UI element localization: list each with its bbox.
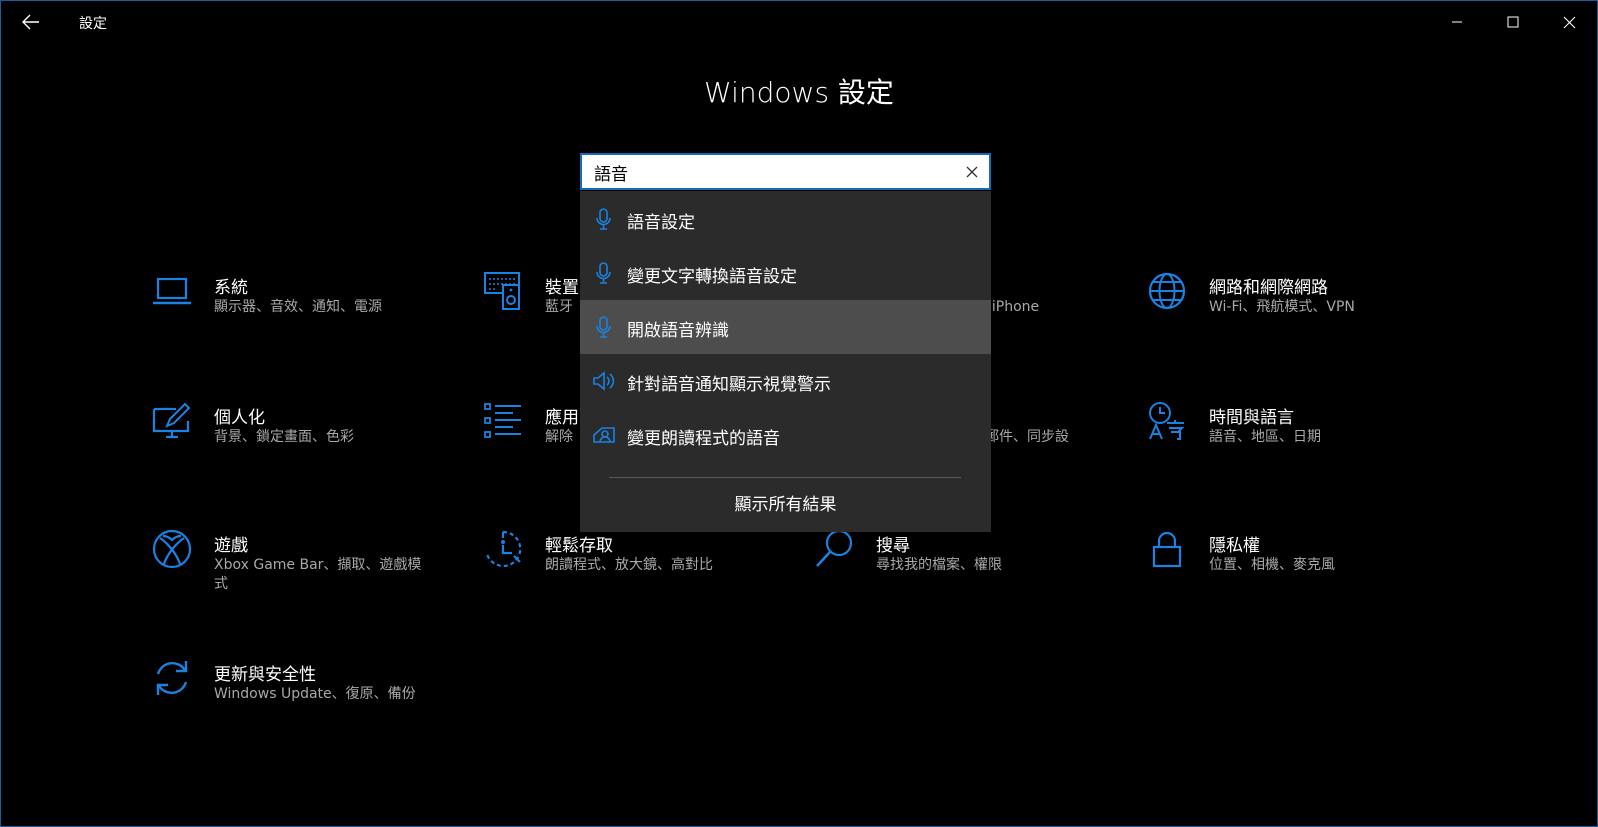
category-search[interactable]: 搜尋 尋找我的檔案、權限	[814, 529, 1114, 609]
narrator-icon	[593, 427, 615, 443]
category-desc: Windows Update、復原、備份	[214, 686, 416, 702]
sync-icon	[152, 658, 192, 698]
speaker-icon	[593, 371, 615, 391]
category-name: 更新與安全性	[214, 665, 316, 685]
category-name: 時間與語言	[1209, 408, 1294, 428]
title-bar: 設定	[1, 1, 1597, 43]
category-name: 遊戲	[214, 536, 248, 556]
suggestion-label: 變更朗讀程式的語音	[627, 429, 780, 449]
category-desc: 朗讀程式、放大鏡、高對比	[545, 557, 713, 573]
laptop-icon	[152, 271, 192, 311]
microphone-icon	[596, 316, 611, 338]
suggestion-label: 開啟語音辨識	[627, 321, 729, 341]
microphone-icon	[596, 208, 611, 230]
suggestion-item[interactable]: 針對語音通知顯示視覺警示	[580, 354, 991, 408]
category-desc: Wi-Fi、飛航模式、VPN	[1209, 299, 1355, 315]
search-suggestions: 語音設定 變更文字轉換語音設定 開啟語音辨識 針對語音通知顯示視覺警示 變更朗讀…	[580, 191, 991, 532]
divider	[609, 477, 961, 478]
search-input[interactable]	[594, 160, 944, 184]
category-desc: 顯示器、音效、通知、電源	[214, 299, 382, 315]
category-desc: 位置、相機、麥克風	[1209, 557, 1335, 573]
minimize-button[interactable]	[1429, 1, 1485, 43]
suggestion-label: 針對語音通知顯示視覺警示	[627, 375, 831, 395]
suggestion-label: 變更文字轉換語音設定	[627, 267, 797, 287]
close-button[interactable]	[1541, 1, 1597, 43]
category-name: 隱私權	[1209, 536, 1260, 556]
clear-search-button[interactable]	[961, 161, 983, 183]
category-privacy[interactable]: 隱私權 位置、相機、麥克風	[1147, 529, 1447, 609]
ease-of-access-icon	[483, 529, 523, 569]
app-title: 設定	[79, 16, 107, 32]
maximize-icon	[1507, 16, 1519, 28]
microphone-icon	[596, 262, 611, 284]
category-network[interactable]: 網路和網際網路 Wi-Fi、飛航模式、VPN	[1147, 271, 1447, 351]
category-name: 搜尋	[876, 536, 910, 556]
suggestion-label: 語音設定	[627, 213, 695, 233]
category-name: 系統	[214, 278, 248, 298]
close-icon	[1563, 16, 1575, 28]
suggestion-item[interactable]: 變更文字轉換語音設定	[580, 246, 991, 300]
category-time-language[interactable]: 時間與語言 語音、地區、日期	[1147, 401, 1447, 481]
category-personalization[interactable]: 個人化 背景、鎖定畫面、色彩	[152, 401, 452, 481]
suggestion-item[interactable]: 變更朗讀程式的語音	[580, 408, 991, 462]
time-language-icon	[1147, 401, 1187, 441]
category-name: 應用	[545, 408, 579, 428]
lock-icon	[1147, 529, 1187, 569]
settings-window: 設定 Windows 設定 系統 顯示器、音效、通知、電源 裝置 藍牙 d、iP…	[0, 0, 1598, 827]
category-update-security[interactable]: 更新與安全性 Windows Update、復原、備份	[152, 658, 452, 738]
category-desc: 背景、鎖定畫面、色彩	[214, 429, 354, 445]
globe-icon	[1147, 271, 1187, 311]
personalization-icon	[152, 401, 192, 441]
search-icon	[814, 529, 854, 569]
category-desc: 語音、地區、日期	[1209, 429, 1321, 445]
back-button[interactable]	[13, 7, 49, 37]
devices-icon	[483, 271, 523, 311]
category-name: 輕鬆存取	[545, 536, 613, 556]
apps-icon	[483, 401, 523, 441]
xbox-icon	[152, 529, 192, 569]
category-name: 裝置	[545, 278, 579, 298]
category-system[interactable]: 系統 顯示器、音效、通知、電源	[152, 271, 452, 351]
show-all-results-link[interactable]: 顯示所有結果	[580, 488, 991, 522]
arrow-left-icon	[22, 14, 39, 30]
category-ease-of-access[interactable]: 輕鬆存取 朗讀程式、放大鏡、高對比	[483, 529, 783, 609]
page-title: Windows 設定	[704, 76, 894, 109]
minimize-icon	[1452, 21, 1462, 23]
close-icon	[966, 166, 978, 178]
category-desc: 尋找我的檔案、權限	[876, 557, 1002, 573]
search-box[interactable]	[580, 153, 991, 190]
suggestion-item-highlighted[interactable]: 開啟語音辨識	[580, 300, 991, 354]
suggestion-item[interactable]: 語音設定	[580, 192, 991, 246]
category-name: 個人化	[214, 408, 265, 428]
category-gaming[interactable]: 遊戲 Xbox Game Bar、擷取、遊戲模式	[152, 529, 452, 609]
category-name: 網路和網際網路	[1209, 278, 1328, 298]
category-desc: Xbox Game Bar、擷取、遊戲模式	[214, 557, 422, 592]
maximize-button[interactable]	[1485, 1, 1541, 43]
